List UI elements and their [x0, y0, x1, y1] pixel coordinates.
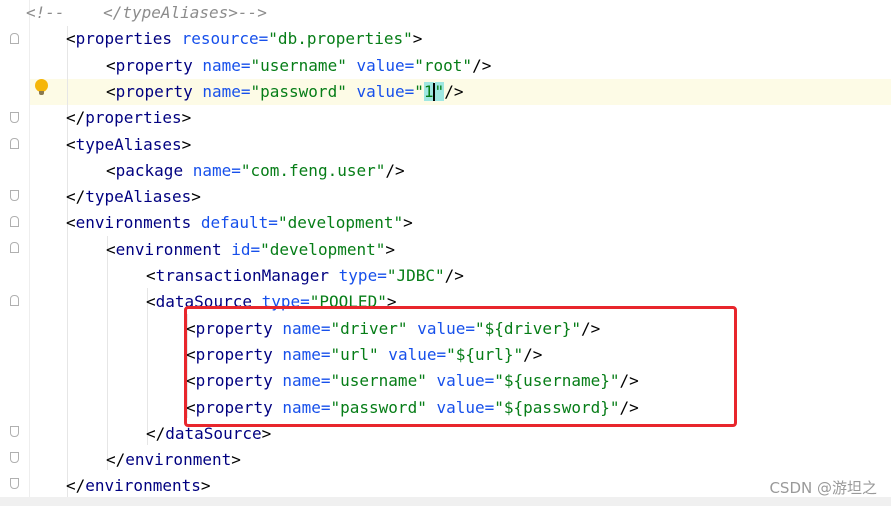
code-token: > [412, 29, 423, 49]
code-token: > [181, 108, 192, 128]
code-token: /> [385, 160, 405, 180]
code-token: </ [66, 476, 86, 496]
code-line[interactable]: </environments> [66, 473, 211, 499]
code-token: > [200, 476, 211, 496]
code-line[interactable]: <properties resource="db.properties"> [66, 26, 422, 52]
code-token: < [66, 213, 76, 233]
code-token: "root" [414, 55, 473, 75]
code-token: name= [192, 55, 251, 75]
red-highlight-box [184, 306, 737, 427]
code-line[interactable]: <property name="password" value="1"/> [106, 79, 463, 105]
code-token: <!-- </typeAliases>--> [26, 3, 267, 22]
fold-marker-icon[interactable] [10, 426, 19, 437]
code-token: resource= [171, 29, 269, 49]
code-token: environment [125, 450, 232, 470]
code-token: /> [472, 55, 492, 75]
code-token: < [66, 29, 76, 49]
code-token: </ [146, 423, 166, 443]
code-line[interactable]: <environment id="development"> [106, 237, 395, 263]
code-token: "development" [277, 213, 404, 233]
code-token: properties [85, 108, 182, 128]
code-token: package [115, 160, 184, 180]
code-line[interactable]: <package name="com.feng.user"/> [106, 158, 405, 184]
code-token: value= [346, 81, 415, 101]
fold-marker-icon[interactable] [10, 452, 19, 463]
code-token: > [191, 187, 201, 207]
code-token: default= [191, 213, 278, 233]
code-token: typeAliases [75, 134, 182, 154]
code-token: > [231, 450, 241, 470]
code-token: id= [221, 239, 261, 259]
fold-marker-icon[interactable] [10, 138, 19, 149]
code-token: name= [183, 160, 241, 180]
code-token: > [403, 213, 413, 233]
code-token: </ [66, 187, 86, 207]
fold-marker-icon[interactable] [10, 216, 19, 227]
indent-guide [67, 26, 68, 500]
code-token: "password" [250, 81, 347, 101]
code-token: name= [192, 81, 251, 101]
fold-marker-icon[interactable] [10, 190, 19, 201]
code-line[interactable]: </typeAliases> [66, 184, 201, 210]
code-token: </ [106, 450, 126, 470]
code-token: "JDBC" [386, 266, 445, 285]
code-line[interactable]: <!-- </typeAliases>--> [26, 0, 267, 26]
code-token: < [106, 239, 116, 259]
code-token: < [106, 160, 116, 180]
code-token: < [146, 266, 156, 285]
code-token: "1" [414, 81, 445, 102]
code-token: "development" [260, 239, 386, 259]
code-token: value= [346, 55, 415, 75]
fold-marker-icon[interactable] [10, 295, 19, 306]
code-token: > [181, 134, 192, 154]
fold-marker-icon[interactable] [10, 33, 19, 44]
code-token: typeAliases [85, 187, 192, 207]
code-line[interactable]: <property name="username" value="root"/> [106, 53, 491, 79]
code-token: "db.properties" [268, 29, 413, 49]
code-line[interactable]: <environments default="development"> [66, 210, 413, 236]
code-line[interactable]: </environment> [106, 447, 241, 473]
code-token: environment [115, 239, 222, 259]
code-token: "com.feng.user" [240, 160, 386, 180]
code-token: type= [329, 266, 387, 285]
code-token: < [106, 55, 116, 75]
code-token: environments [75, 213, 192, 233]
lightbulb-icon[interactable] [35, 79, 48, 95]
horizontal-scrollbar[interactable] [0, 497, 891, 506]
code-token: < [66, 134, 76, 154]
fold-marker-icon[interactable] [10, 478, 19, 489]
code-token: "username" [250, 55, 347, 75]
code-token: transactionManager [155, 266, 330, 285]
code-token: /> [444, 266, 464, 285]
code-token: property [115, 81, 193, 101]
code-token: property [115, 55, 193, 75]
code-token: properties [75, 29, 172, 49]
code-line[interactable]: </properties> [66, 105, 191, 131]
fold-marker-icon[interactable] [10, 242, 19, 253]
code-token: < [106, 81, 116, 101]
code-token: > [385, 239, 396, 259]
code-line[interactable]: <typeAliases> [66, 132, 191, 158]
code-token: </ [66, 108, 86, 128]
code-token: environments [85, 476, 201, 496]
fold-marker-icon[interactable] [10, 112, 19, 123]
code-line[interactable]: <transactionManager type="JDBC"/> [146, 263, 464, 289]
indent-guide [107, 236, 108, 470]
watermark: CSDN @游坦之 [769, 479, 877, 497]
code-token: < [146, 292, 156, 312]
code-token: /> [444, 81, 464, 101]
